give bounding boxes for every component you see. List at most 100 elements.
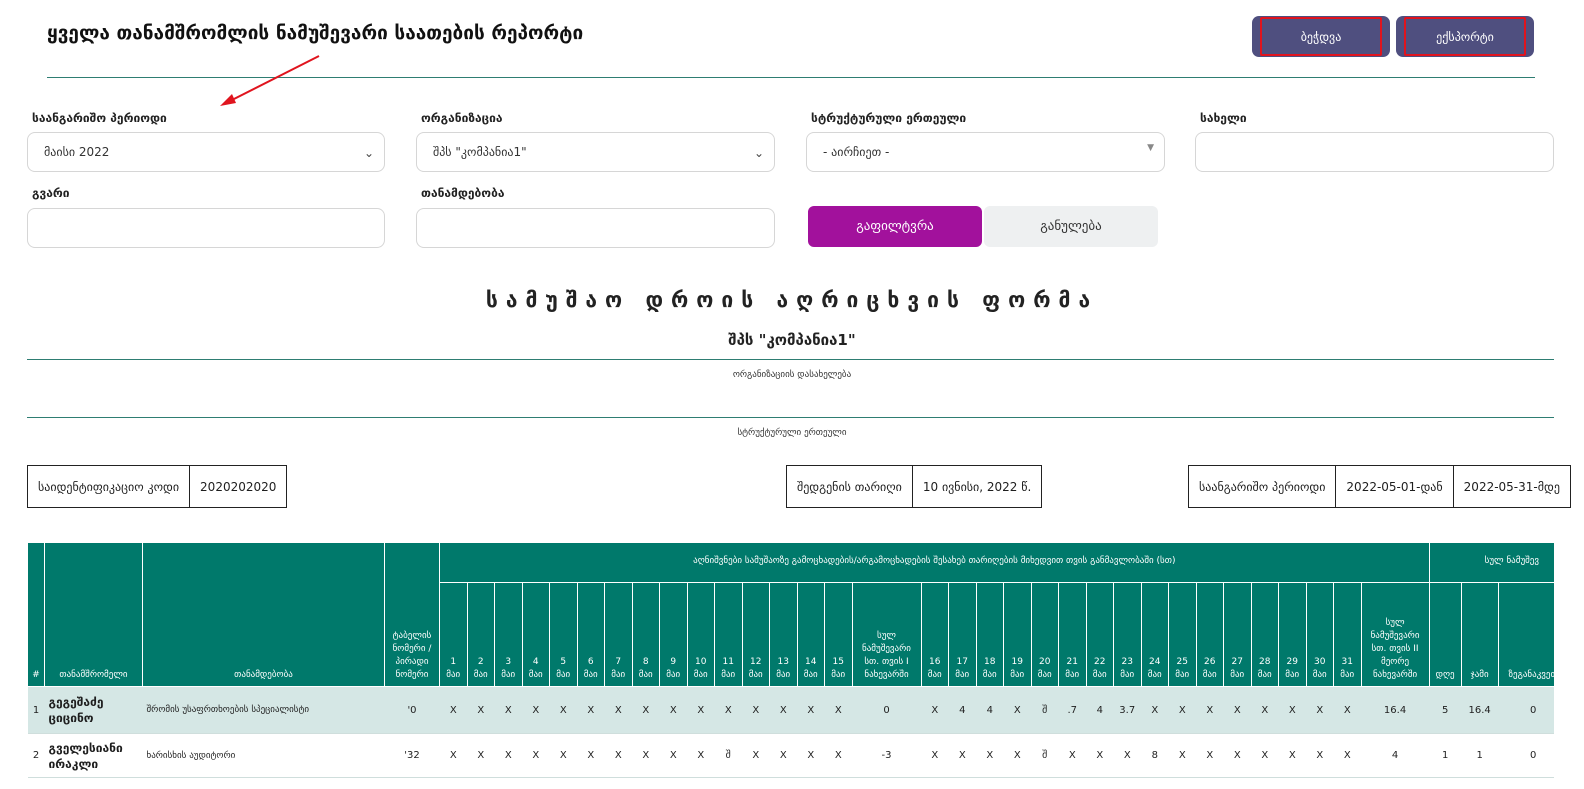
reset-button[interactable]: განულება (984, 206, 1158, 247)
unit-select[interactable]: - აირჩიეთ - ▼ (806, 132, 1165, 172)
chevron-down-icon: ⌄ (363, 146, 374, 160)
first-half-total: -3 (852, 733, 921, 778)
date-info-box: შედგენის თარიღი 10 ივნისი, 2022 წ. (786, 465, 1043, 508)
col-header-overtime: ზეგანაკვეთ (1497, 582, 1554, 687)
day-cell: X (797, 733, 825, 778)
col-header-day: 25 მაი (1168, 582, 1197, 687)
page-title: ყველა თანამშრომლის ნამუშევარი საათების რ… (47, 22, 584, 44)
day-cell: X (769, 733, 797, 778)
day-cell: X (1141, 686, 1169, 734)
day-cell: X (1223, 686, 1251, 734)
day-cell: X (921, 686, 949, 734)
day-cell: X (1168, 733, 1196, 778)
day-cell: X (659, 733, 687, 778)
day-cell: X (797, 686, 825, 734)
id-value: 2020202020 (189, 465, 288, 508)
row-num: 1 (27, 686, 45, 734)
day-cell: X (439, 733, 467, 778)
day-cell: .7 (1058, 686, 1086, 734)
surname-label: გვარი (32, 186, 70, 200)
org-select[interactable]: შპს "კომპანია1" ⌄ (416, 132, 775, 172)
org-select-value: შპს "კომპანია1" (433, 145, 527, 159)
day-cell: X (948, 733, 976, 778)
col-header-day: 7 მაი (604, 582, 633, 687)
col-header-day: 29 მაი (1278, 582, 1307, 687)
col-header-day: 11 მაი (714, 582, 743, 687)
timesheet-table: # თანამშრომელი თანამდებობა ტაბელის ნომერი /… (27, 542, 1554, 778)
name-input[interactable] (1195, 132, 1554, 172)
day-cell: შ (1031, 733, 1059, 778)
table-row[interactable]: 2 გველესიანი ირაკლი ხარისხის აუდიტორი '32 X X… (27, 733, 1554, 778)
day-cell: X (742, 686, 770, 734)
hours-total: 1 (1461, 733, 1499, 778)
day-cell: X (1333, 733, 1361, 778)
position-input[interactable] (416, 208, 775, 248)
day-cell: X (494, 733, 522, 778)
print-button-highlight (1260, 17, 1382, 56)
unit-label: სტრუქტურული ერთეული (811, 111, 967, 125)
col-header-day: 17 მაი (948, 582, 977, 687)
day-cell: შ (714, 733, 742, 778)
col-header-day: 8 მაი (631, 582, 660, 687)
employee-name: გველესიანი ირაკლი (44, 733, 143, 778)
filter-button[interactable]: გაფილტვრა (808, 206, 982, 247)
col-header-day: 27 მაი (1223, 582, 1252, 687)
col-header-attendance-group: აღნიშვნები სამუშაოზე გამოცხადების/არგამო… (439, 542, 1430, 583)
first-half-total: 0 (852, 686, 921, 734)
org-caption: ორგანიზაციის დასახელება (732, 370, 852, 380)
day-cell: X (467, 733, 495, 778)
day-cell: 4 (976, 686, 1004, 734)
export-button[interactable]: ექსპორტი (1396, 16, 1534, 57)
col-header-day: 26 მაი (1195, 582, 1224, 687)
unit-caption: სტრუქტურული ერთეული (737, 428, 847, 438)
form-title: სამუშაო დროის აღრიცხვის ფორმა (485, 288, 1099, 312)
table-row[interactable]: 1 გეგეშაძე ციცინო შრომის უსაფრთხოების სპეც… (27, 686, 1554, 734)
tabel-number: '32 (384, 733, 440, 778)
col-header-day: 22 მაი (1085, 582, 1114, 687)
col-header-day: 21 მაი (1058, 582, 1087, 687)
day-cell: 8 (1141, 733, 1169, 778)
overtime-value: 0 (1498, 733, 1554, 778)
col-header-day: 14 მაი (796, 582, 825, 687)
day-cell: X (1168, 686, 1196, 734)
day-cell: X (687, 733, 715, 778)
id-label: საიდენტიფიკაციო კოდი (26, 465, 191, 508)
day-cell: X (1223, 733, 1251, 778)
col-header-day: 28 მაი (1250, 582, 1279, 687)
period-info-label: საანგარიშო პერიოდი (1187, 465, 1337, 508)
col-header-day: 31 მაი (1333, 582, 1362, 687)
day-cell: X (522, 686, 550, 734)
day-cell: X (604, 686, 632, 734)
day-cell: შ (1031, 686, 1059, 734)
print-button[interactable]: ბეჭდვა (1252, 16, 1390, 57)
day-cell: X (632, 733, 660, 778)
timesheet-table-container[interactable]: # თანამშრომელი თანამდებობა ტაბელის ნომერი /… (27, 542, 1554, 789)
day-cell: X (1196, 686, 1224, 734)
tabel-number: '0 (384, 686, 440, 734)
day-cell: X (976, 733, 1004, 778)
day-cell: X (1306, 733, 1334, 778)
day-cell: X (1003, 686, 1031, 734)
name-label: სახელი (1200, 111, 1247, 125)
day-cell: X (1086, 733, 1114, 778)
col-header-day: 6 მაი (576, 582, 605, 687)
day-cell: X (1251, 733, 1279, 778)
col-header-second-half-total: სულ ნამუშევარი სთ. თვის II მეორე ნახევარ… (1360, 582, 1430, 687)
col-header-day: 30 მაი (1305, 582, 1334, 687)
day-cell: X (494, 686, 522, 734)
col-header-day: 24 მაი (1140, 582, 1169, 687)
period-from: 2022-05-01-დან (1335, 465, 1454, 508)
unit-select-value: - აირჩიეთ - (823, 145, 890, 159)
col-header-day: 15 მაი (824, 582, 853, 687)
surname-input[interactable] (27, 208, 385, 248)
col-header-day: 5 მაი (549, 582, 578, 687)
day-cell: X (1058, 733, 1086, 778)
caret-down-icon: ▼ (1147, 143, 1154, 153)
period-select[interactable]: მაისი 2022 ⌄ (27, 132, 385, 172)
day-cell: X (604, 733, 632, 778)
employee-position: ხარისხის აუდიტორი (142, 733, 385, 778)
col-header-total-group: სულ ნამუშევ (1428, 542, 1554, 583)
col-header-day: 4 მაი (521, 582, 550, 687)
hours-total: 16.4 (1461, 686, 1499, 734)
col-header-day: 18 მაი (975, 582, 1004, 687)
